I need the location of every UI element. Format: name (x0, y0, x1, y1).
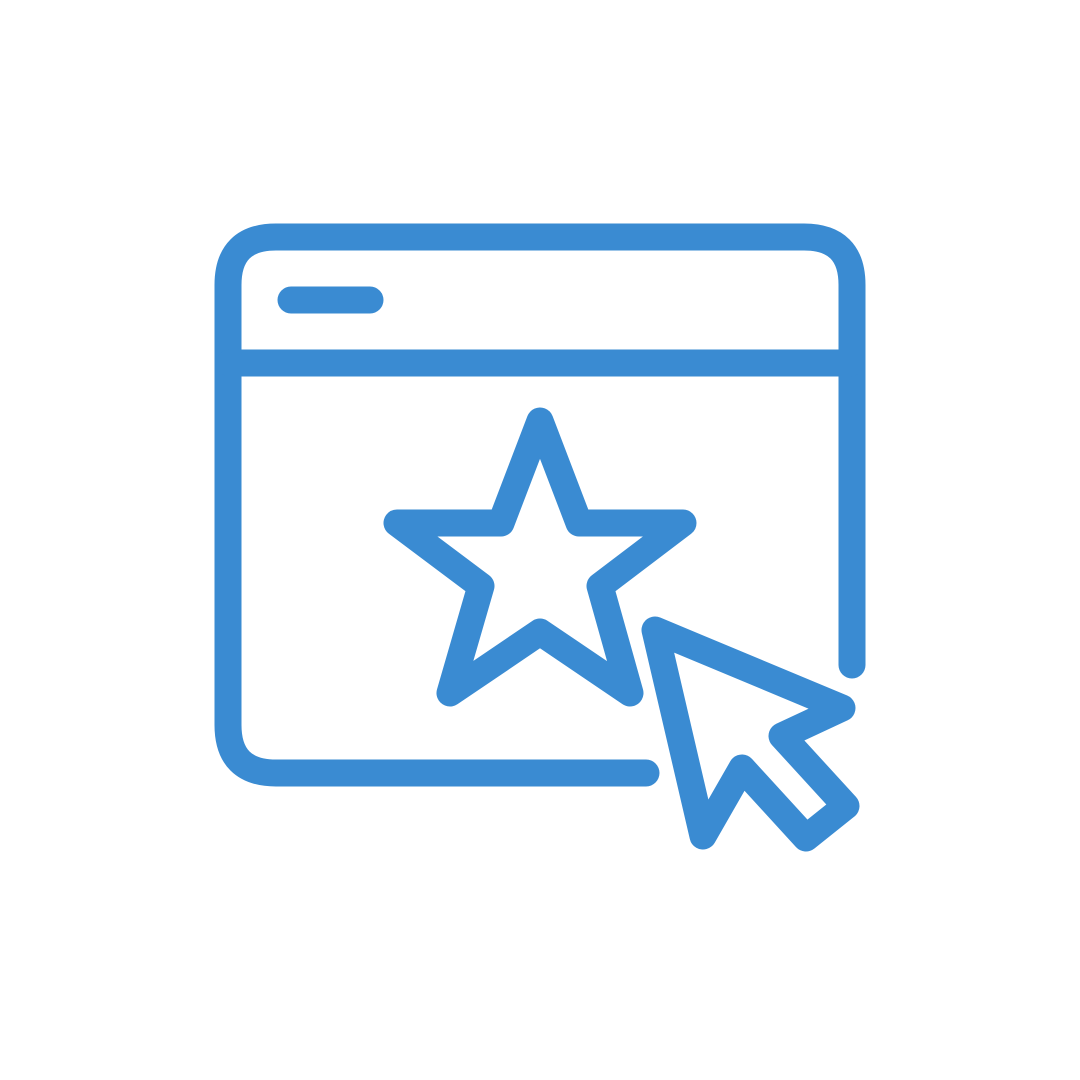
browser-window-outline (214, 223, 866, 787)
favorite-webpage-click-icon (214, 223, 866, 852)
cursor-arrow-icon (641, 616, 860, 852)
star-icon (383, 407, 697, 707)
icon-canvas (0, 0, 1080, 1080)
